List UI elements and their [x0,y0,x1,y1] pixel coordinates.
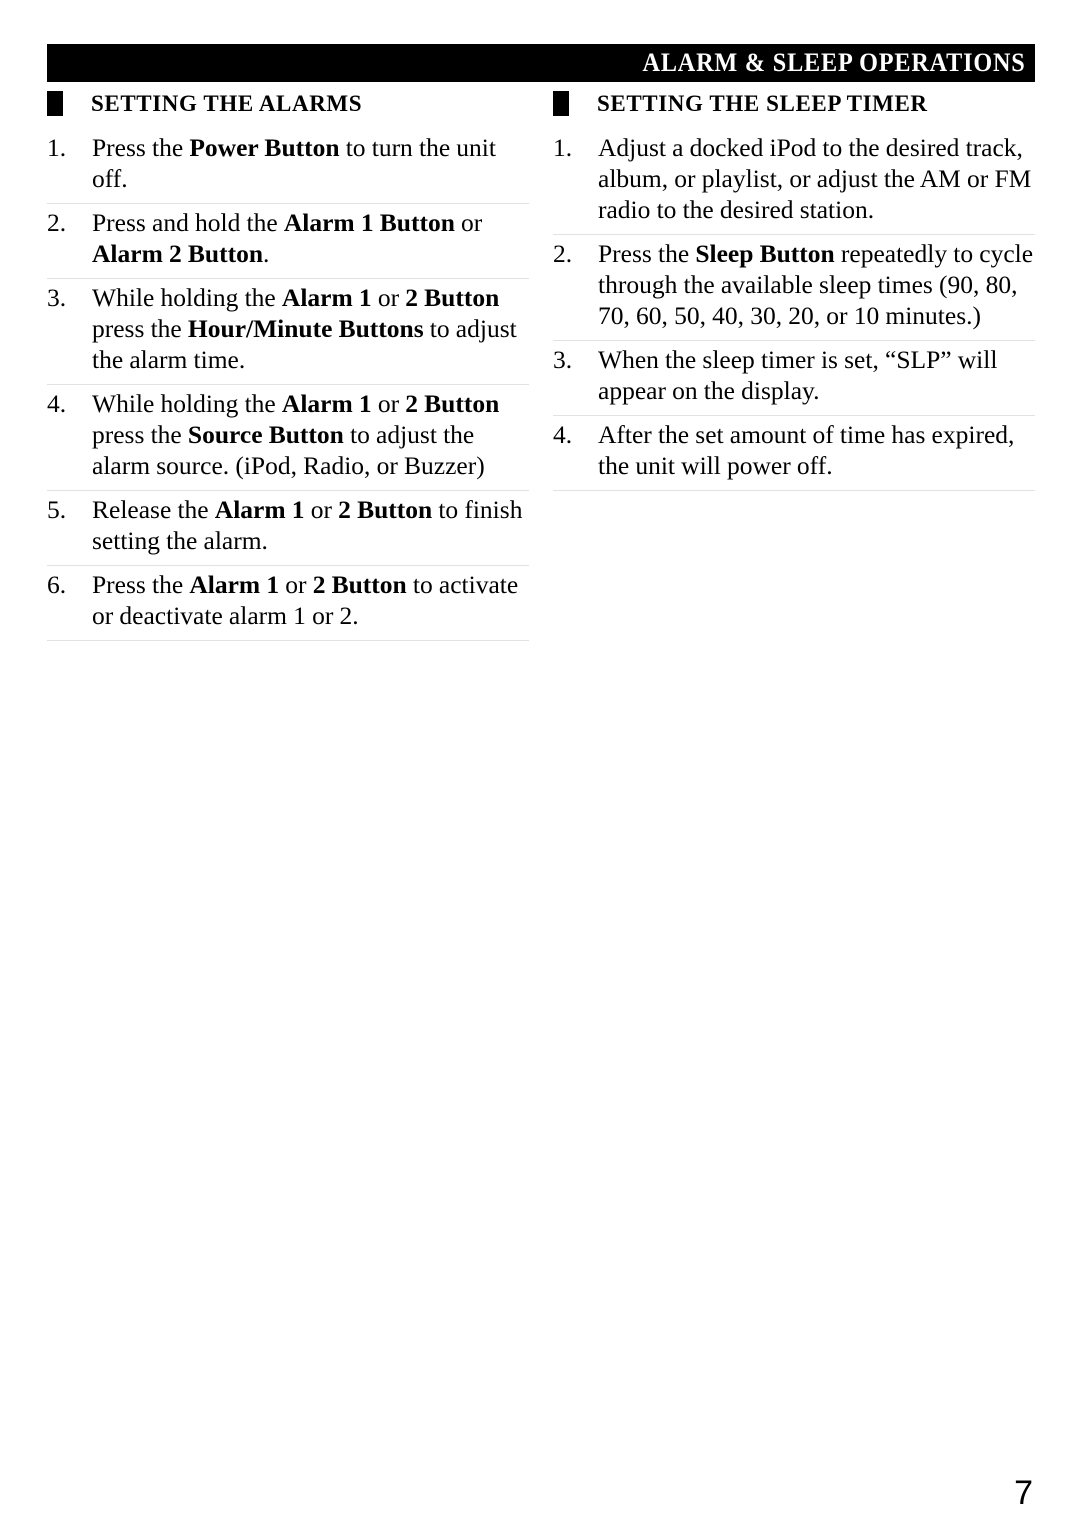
step-text: While holding the Alarm 1 or 2 Button pr… [92,389,500,480]
step-item: 6. Press the Alarm 1 or 2 Button to activ… [47,566,529,641]
section-heading: SETTING THE ALARMS [47,88,529,118]
step-item: 3. When the sleep timer is set, “SLP” wil… [553,341,1035,416]
section-heading: SETTING THE SLEEP TIMER [553,88,1035,118]
steps-list: 1. Adjust a docked iPod to the desired tr… [553,129,1035,491]
emphasis-text: Source Button [187,420,344,449]
page-number: 7 [1014,1474,1033,1512]
square-marker-icon [47,90,63,116]
section-heading-label: SETTING THE SLEEP TIMER [597,90,928,116]
square-marker-icon [553,90,569,116]
emphasis-text: Power Button [189,133,340,162]
step-number: 1. [47,133,67,162]
emphasis-text: Alarm 1 [189,570,280,599]
emphasis-text: 2 Button [405,389,500,418]
step-item: 4. After the set amount of time has expir… [553,416,1035,491]
section-setting-the-alarms: SETTING THE ALARMS 1. Press the Power But… [47,88,529,641]
step-number: 1. [553,133,573,162]
step-item: 5. Release the Alarm 1 or 2 Button to fin… [47,491,529,566]
step-item: 2. Press the Sleep Button repeatedly to c… [553,235,1035,341]
steps-list: 1. Press the Power Button to turn the uni… [47,129,529,641]
emphasis-text: Alarm 1 [214,495,305,524]
step-item: 1. Press the Power Button to turn the uni… [47,129,529,204]
emphasis-text: 2 Button [405,283,500,312]
step-text: Press the Power Button to turn the unit … [92,133,496,193]
step-number: 3. [47,283,67,312]
emphasis-text: 2 Button [338,495,433,524]
step-item: 2. Press and hold the Alarm 1 Button or A… [47,204,529,279]
step-number: 3. [553,345,573,374]
emphasis-text: Hour/Minute Buttons [187,314,424,343]
step-item: 1. Adjust a docked iPod to the desired tr… [553,129,1035,235]
step-number: 5. [47,495,67,524]
step-number: 4. [47,389,67,418]
step-number: 2. [553,239,573,268]
step-text: Press the Sleep Button repeatedly to cyc… [598,239,1034,330]
page-header-title: ALARM & SLEEP OPERATIONS [642,48,1026,77]
step-text: Release the Alarm 1 or 2 Button to finis… [92,495,523,555]
step-item: 3. While holding the Alarm 1 or 2 Button … [47,279,529,385]
step-text: While holding the Alarm 1 or 2 Button pr… [92,283,517,374]
step-number: 4. [553,420,573,449]
step-text: Press and hold the Alarm 1 Button or Ala… [92,208,483,268]
step-text: Adjust a docked iPod to the desired trac… [598,133,1032,224]
section-setting-the-sleep-timer: SETTING THE SLEEP TIMER 1. Adjust a docke… [553,88,1035,491]
step-number: 6. [47,570,67,599]
step-text: Press the Alarm 1 or 2 Button to activat… [92,570,519,630]
emphasis-text: Alarm 1 [281,283,372,312]
page-header-bar: ALARM & SLEEP OPERATIONS [47,44,1035,82]
emphasis-text: Alarm 2 Button [92,239,264,268]
emphasis-text: Alarm 1 [281,389,372,418]
section-heading-label: SETTING THE ALARMS [91,90,363,116]
emphasis-text: Sleep Button [695,239,835,268]
step-number: 2. [47,208,67,237]
step-text: After the set amount of time has expired… [598,420,1015,480]
step-item: 4. While holding the Alarm 1 or 2 Button … [47,385,529,491]
emphasis-text: Alarm 1 Button [283,208,455,237]
step-text: When the sleep timer is set, “SLP” will … [598,345,998,405]
emphasis-text: 2 Button [312,570,407,599]
